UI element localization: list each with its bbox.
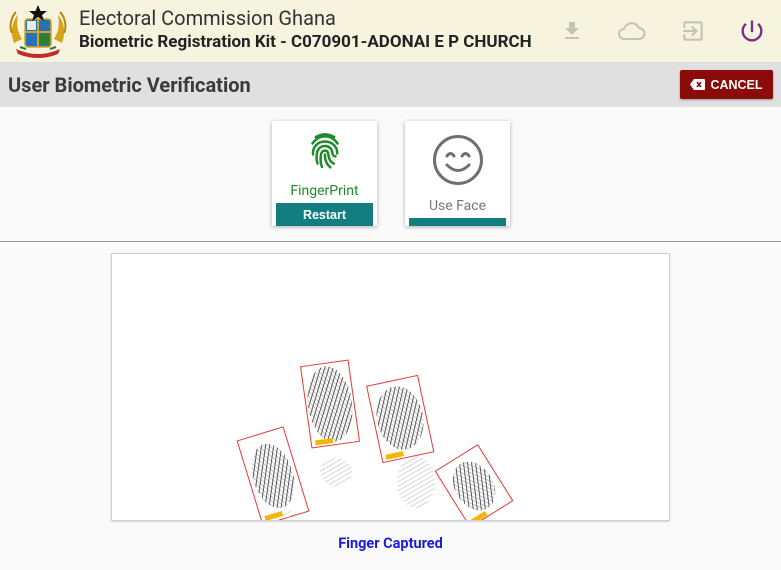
captured-fingerprint-image	[236, 359, 514, 520]
app-bar: Electoral Commission Ghana Biometric Reg…	[0, 0, 781, 62]
cancel-label: CANCEL	[710, 77, 763, 92]
exit-icon[interactable]	[678, 16, 708, 46]
power-icon[interactable]	[737, 16, 767, 46]
use-face-button[interactable]	[409, 218, 506, 226]
section-divider	[0, 241, 781, 242]
coat-of-arms-logo	[9, 5, 67, 58]
download-icon[interactable]	[557, 16, 587, 46]
fingerprint-mode-card[interactable]: FingerPrint Restart	[272, 121, 377, 226]
capture-preview-panel	[111, 253, 670, 521]
app-subtitle: Biometric Registration Kit - C070901-ADO…	[79, 32, 532, 52]
restart-button[interactable]: Restart	[276, 203, 373, 226]
smiley-face-icon	[405, 134, 510, 186]
page-header: User Biometric Verification CANCEL	[0, 62, 781, 107]
fingerprint-label: FingerPrint	[290, 183, 359, 199]
face-mode-card[interactable]: Use Face	[405, 121, 510, 226]
backspace-x-icon	[690, 79, 706, 90]
app-title: Electoral Commission Ghana	[79, 6, 336, 30]
use-face-label: Use Face	[428, 198, 487, 214]
cancel-button[interactable]: CANCEL	[680, 70, 773, 99]
capture-status-text: Finger Captured	[338, 535, 443, 552]
page-title: User Biometric Verification	[8, 73, 251, 97]
fingerprint-icon	[272, 131, 377, 171]
cloud-icon[interactable]	[616, 16, 646, 46]
